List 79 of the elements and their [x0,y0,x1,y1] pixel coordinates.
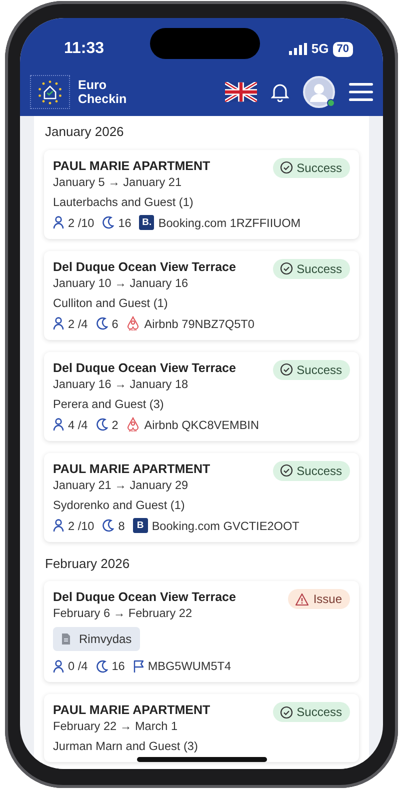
booking-logo: B. [139,215,154,230]
booking-source: Booking.com GVCTIE2OOT [152,518,300,534]
check-circle-icon [280,706,293,718]
night-count: 16 [118,214,132,230]
guest-count: 0 /4 [68,658,88,674]
moon-icon [96,418,108,431]
booking-card[interactable]: Del Duque Ocean View Terrace January 16 → January 18 Success Perera and Guest (3) 4 /4 2 Airbnb QKC8VEMBIN [44,352,359,440]
person-icon [53,519,64,532]
month-heading: January 2026 [45,123,125,141]
guest-names: Culliton and Guest (1) [53,296,169,310]
guest-count: 2 /10 [68,214,94,230]
app-name: Euro Checkin [78,78,128,106]
booking-source: Airbnb 79NBZ7Q5T0 [144,316,254,332]
moon-icon [102,216,114,229]
guest-names: Jurman Marn and Guest (3) [53,739,199,754]
notification-bell-icon[interactable] [271,82,289,102]
check-circle-icon [280,161,293,174]
menu-icon[interactable] [349,82,373,102]
booking-card[interactable]: PAUL MARIE APARTMENT February 22 → March 1 Success Jurman Marn and Guest (3) [44,694,359,762]
guest-count: 2 /10 [68,518,94,534]
month-heading: February 2026 [45,554,131,573]
person-icon [53,418,64,431]
stay-dates: January 10 → January 16 [53,274,190,290]
moon-icon [96,317,108,330]
document-icon [61,633,71,645]
status-badge: Success [272,158,350,178]
person-icon [53,317,64,330]
guest-names: Lauterbachs and Guest (1) [53,194,194,210]
signal-icon [289,43,308,55]
check-circle-icon [280,262,293,275]
battery-level: 70 [332,42,353,56]
night-count: 2 [112,416,118,432]
night-count: 6 [112,316,118,332]
status-badge: Issue [288,589,350,609]
booking-source: Airbnb QKC8VEMBIN [144,416,259,432]
airbnb-logo-icon [126,316,140,331]
document-tag: Rimvydas [53,627,140,651]
booking-card[interactable]: Del Duque Ocean View Terrace January 10 → January 16 Success Culliton and Guest (1) 2 /4 6 Airbnb 79NBZ7Q5T0 [44,250,359,340]
moon-icon [96,660,108,672]
stay-dates: January 16 → January 18 [53,376,190,392]
airbnb-logo-icon [126,417,140,432]
booking-card[interactable]: PAUL MARIE APARTMENT January 5 → January 21 Success Lauterbachs and Guest (1) 2 /10 16 B. Booking.com 1RZFFIIUOM [44,150,359,238]
booking-card[interactable]: Del Duque Ocean View Terrace February 6 → February 22 Issue Rimvydas 0 /4 16 MBG5WUM5T4 [44,581,359,682]
booking-logo: B [132,518,148,533]
stay-dates: January 5 → January 21 [53,174,183,190]
check-circle-icon [280,363,293,376]
guest-count: 2 /4 [68,316,88,332]
guest-names: Sydorenko and Guest (1) [53,498,186,512]
guest-count: 4 /4 [68,416,88,432]
property-name: Del Duque Ocean View Terrace [53,589,236,605]
booking-source: Booking.com 1RZFFIIUOM [158,214,301,230]
property-name: PAUL MARIE APARTMENT [53,702,210,718]
person-icon [53,216,64,229]
warning-icon [295,592,310,606]
profile-avatar[interactable] [303,76,335,108]
booking-card[interactable]: PAUL MARIE APARTMENT January 21 → January 29 Success Sydorenko and Guest (1) 2 /10 8 B Booking.com GVCTIE2OOT [44,452,359,542]
logo-icon [30,75,70,109]
status-time: 11:33 [64,39,104,59]
check-circle-icon [280,464,293,477]
stay-dates: February 6 → February 22 [53,605,193,621]
flag-icon [132,660,144,672]
property-name: PAUL MARIE APARTMENT [53,460,210,476]
person-icon [53,660,64,672]
status-badge: Success [272,702,350,722]
status-badge: Success [272,360,350,380]
guest-names: Perera and Guest (3) [53,396,165,412]
property-name: Del Duque Ocean View Terrace [53,258,236,274]
night-count: 8 [118,518,125,534]
night-count: 16 [112,658,125,674]
booking-source: MBG5WUM5T4 [148,658,232,674]
language-flag-icon[interactable] [225,82,257,102]
stay-dates: February 22 → March 1 [53,718,179,734]
property-name: Del Duque Ocean View Terrace [53,360,236,376]
stay-dates: January 21 → January 29 [53,476,190,492]
network-label: 5G [311,40,329,58]
status-badge: Success [272,460,350,480]
property-name: PAUL MARIE APARTMENT [53,158,210,174]
moon-icon [102,519,114,532]
status-badge: Success [272,258,350,278]
